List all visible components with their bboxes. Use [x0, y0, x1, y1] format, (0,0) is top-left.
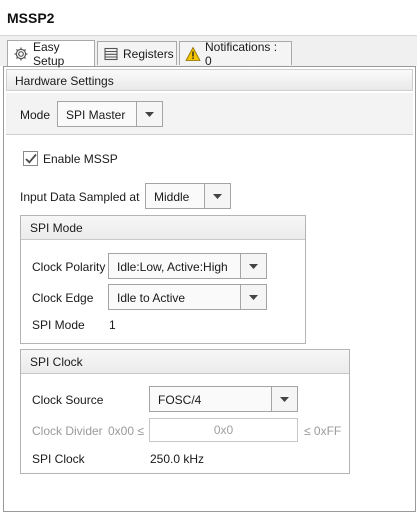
clock-divider-label: Clock Divider — [32, 424, 103, 438]
easy-setup-panel: Hardware Settings Mode SPI Master Enable… — [3, 66, 416, 512]
clock-source-select[interactable]: FOSC/4 — [149, 386, 298, 412]
table-icon — [103, 46, 119, 62]
clock-source-label: Clock Source — [32, 393, 104, 407]
clock-edge-dropdown-button[interactable] — [240, 285, 266, 309]
clock-source-value: FOSC/4 — [158, 393, 202, 407]
tab-easy-setup[interactable]: Easy Setup — [7, 39, 95, 68]
title-bar: MSSP2 — [0, 0, 417, 36]
enable-mssp-checkbox[interactable] — [23, 151, 38, 166]
mode-select-value: SPI Master — [66, 108, 126, 122]
tab-easy-setup-label: Easy Setup — [33, 39, 65, 68]
clock-source-dropdown-button[interactable] — [271, 387, 297, 411]
clock-edge-label: Clock Edge — [32, 291, 94, 305]
mode-label: Mode — [20, 108, 51, 122]
spi-mode-header: SPI Mode — [21, 216, 305, 240]
spi-mode-value: 1 — [109, 318, 116, 332]
gear-icon — [13, 46, 29, 62]
input-sampled-label: Input Data Sampled at — [20, 190, 140, 204]
spi-clock-value: 250.0 kHz — [150, 452, 205, 466]
input-sampled-value: Middle — [154, 190, 190, 204]
tab-notifications[interactable]: Notifications : 0 — [179, 39, 292, 68]
warning-icon — [185, 46, 201, 62]
spi-clock-label: SPI Clock — [32, 452, 85, 466]
spi-clock-title: SPI Clock — [30, 355, 83, 369]
mode-select[interactable]: SPI Master — [57, 101, 163, 127]
mode-bar: Mode SPI Master — [6, 93, 413, 135]
input-sampled-dropdown-button[interactable] — [204, 184, 230, 208]
clock-polarity-select[interactable]: Idle:Low, Active:High — [108, 253, 267, 279]
clock-edge-select[interactable]: Idle to Active — [108, 284, 267, 310]
tab-strip: Easy Setup Registers Notifications : 0 — [0, 36, 417, 68]
tab-registers-label: Registers — [123, 46, 174, 61]
spi-mode-title: SPI Mode — [30, 221, 83, 235]
chevron-down-icon — [145, 111, 154, 117]
clock-divider-min: 0x00 ≤ — [108, 424, 144, 438]
chevron-down-icon — [280, 396, 289, 402]
clock-divider-input[interactable]: 0x0 — [149, 418, 298, 442]
hardware-settings-title: Hardware Settings — [15, 74, 114, 88]
clock-polarity-dropdown-button[interactable] — [240, 254, 266, 278]
clock-divider-max: ≤ 0xFF — [304, 424, 342, 438]
mode-dropdown-button[interactable] — [136, 102, 162, 126]
chevron-down-icon — [213, 193, 222, 199]
enable-mssp-label[interactable]: Enable MSSP — [43, 152, 118, 166]
clock-polarity-label: Clock Polarity — [32, 260, 106, 274]
clock-polarity-value: Idle:Low, Active:High — [117, 260, 228, 274]
spi-mode-group: SPI Mode Clock Polarity Idle:Low, Active… — [20, 215, 306, 344]
tab-registers[interactable]: Registers — [97, 41, 177, 65]
hardware-settings-header[interactable]: Hardware Settings — [6, 69, 413, 91]
tab-notifications-label: Notifications : 0 — [205, 39, 278, 68]
chevron-down-icon — [249, 263, 258, 269]
checkmark-icon — [24, 153, 37, 164]
window-title: MSSP2 — [7, 10, 55, 26]
clock-edge-value: Idle to Active — [117, 291, 186, 305]
chevron-down-icon — [249, 294, 258, 300]
spi-mode-label: SPI Mode — [32, 318, 85, 332]
spi-clock-header: SPI Clock — [21, 350, 349, 374]
input-sampled-select[interactable]: Middle — [145, 183, 231, 209]
spi-clock-group: SPI Clock Clock Source FOSC/4 Clock Divi… — [20, 349, 350, 474]
